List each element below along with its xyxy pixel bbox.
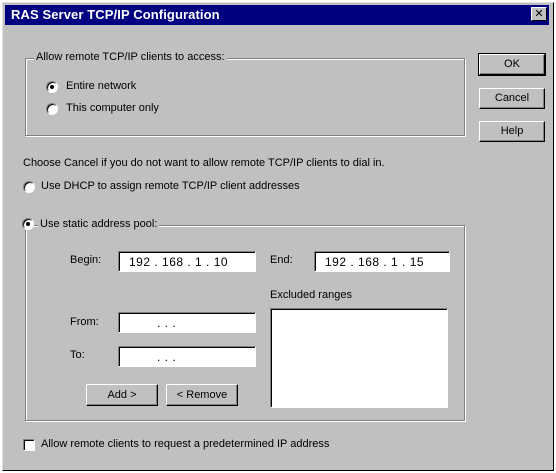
- title-bar: RAS Server TCP/IP Configuration ✕: [5, 5, 549, 25]
- this-computer-only-label[interactable]: This computer only: [66, 102, 159, 114]
- this-computer-only-radio[interactable]: [46, 103, 58, 115]
- static-pool-group: Use static address pool: Begin: 192 . 16…: [22, 218, 465, 421]
- begin-ip-value: 192 . 168 . 1 . 10: [129, 255, 229, 269]
- begin-ip-field[interactable]: 192 . 168 . 1 . 10: [118, 251, 256, 272]
- end-label: End:: [270, 254, 293, 266]
- end-ip-value: 192 . 168 . 1 . 15: [325, 255, 425, 269]
- remove-button-label: < Remove: [176, 389, 228, 401]
- close-icon[interactable]: ✕: [531, 7, 547, 21]
- instruction-text: Choose Cancel if you do not want to allo…: [23, 157, 385, 169]
- predetermined-ip-label[interactable]: Allow remote clients to request a predet…: [41, 438, 329, 450]
- this-computer-only-text: This computer only: [66, 102, 159, 114]
- remove-button[interactable]: < Remove: [166, 384, 238, 406]
- to-ip-field[interactable]: . . .: [118, 346, 256, 367]
- from-ip-field[interactable]: . . .: [118, 312, 256, 333]
- from-ip-value: . . .: [157, 316, 177, 330]
- access-group: Allow remote TCP/IP clients to access: E…: [25, 51, 465, 136]
- window-title: RAS Server TCP/IP Configuration: [11, 7, 220, 22]
- begin-label: Begin:: [70, 254, 102, 266]
- help-button[interactable]: Help: [479, 121, 545, 142]
- use-dhcp-label[interactable]: Use DHCP to assign remote TCP/IP client …: [41, 180, 300, 192]
- static-pool-legend[interactable]: Use static address pool:: [38, 218, 160, 230]
- add-button[interactable]: Add >: [86, 384, 158, 406]
- add-button-label: Add >: [107, 389, 137, 401]
- predetermined-ip-checkbox[interactable]: [23, 439, 35, 451]
- end-ip-field[interactable]: 192 . 168 . 1 . 15: [314, 251, 450, 272]
- excluded-ranges-label: Excluded ranges: [270, 289, 352, 301]
- cancel-button-label: Cancel: [494, 92, 530, 104]
- ok-button-label: OK: [504, 58, 520, 70]
- access-group-legend: Allow remote TCP/IP clients to access:: [34, 51, 227, 63]
- cancel-button[interactable]: Cancel: [479, 88, 545, 109]
- use-dhcp-radio[interactable]: [23, 181, 35, 193]
- help-button-label: Help: [500, 125, 524, 137]
- ras-tcpip-dialog: RAS Server TCP/IP Configuration ✕ Allow …: [2, 2, 554, 471]
- entire-network-label[interactable]: Entire network: [66, 80, 136, 92]
- entire-network-text: Entire network: [66, 80, 137, 92]
- entire-network-radio[interactable]: [46, 81, 58, 93]
- from-label: From:: [70, 316, 99, 328]
- excluded-ranges-list[interactable]: [270, 308, 448, 408]
- to-label: To:: [70, 349, 85, 361]
- ok-button[interactable]: OK: [478, 53, 546, 76]
- use-static-pool-radio[interactable]: [22, 218, 34, 230]
- to-ip-value: . . .: [157, 350, 177, 364]
